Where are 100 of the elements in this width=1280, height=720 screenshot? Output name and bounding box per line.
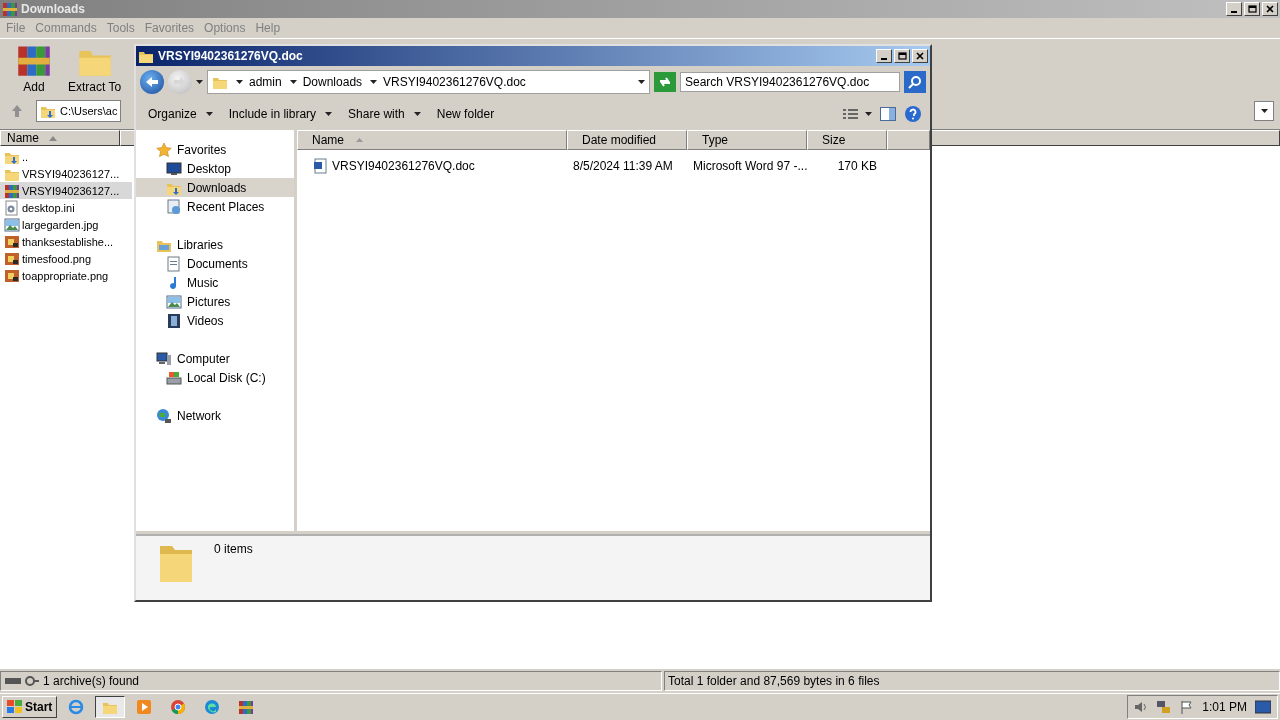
toolbar-button[interactable]: Extract To [62, 40, 128, 96]
nav-item[interactable]: Favorites [136, 140, 294, 159]
preview-pane-button[interactable] [878, 105, 898, 123]
nav-item[interactable]: Computer [136, 349, 294, 368]
nav-item[interactable]: Desktop [136, 159, 294, 178]
browser-icon [68, 699, 85, 715]
details-view-icon [843, 108, 859, 120]
minimize-button[interactable] [1226, 2, 1242, 16]
maximize-button[interactable] [1244, 2, 1260, 16]
breadcrumb-item[interactable]: admin [236, 75, 282, 89]
preview-pane-icon [880, 107, 896, 121]
image-file-icon [4, 216, 20, 233]
search-field[interactable]: Search VRSYI9402361276VQ.doc [680, 72, 900, 92]
archive-entry[interactable]: VRSYI940236127... [0, 165, 132, 182]
caret-icon [865, 112, 872, 116]
breadcrumb-item[interactable]: Downloads [289, 75, 363, 89]
image-file-icon [4, 250, 20, 267]
archive-entry[interactable]: largegarden.jpg [0, 216, 132, 233]
close-button[interactable] [1262, 2, 1278, 16]
nav-item[interactable]: Downloads [136, 178, 294, 197]
caret-icon [325, 112, 333, 116]
network-icon [1156, 700, 1173, 714]
play-icon [136, 699, 153, 715]
table-cell-text: 8/5/2024 11:39 AM [572, 159, 674, 173]
path-field[interactable]: C:\Users\ac [36, 100, 122, 122]
word-document-icon [313, 158, 329, 174]
start-button[interactable]: Start [2, 696, 58, 718]
minimize-button[interactable] [876, 49, 892, 63]
item-count: 0 items [214, 542, 253, 556]
view-button[interactable] [841, 106, 874, 122]
archive-entry[interactable]: VRSYI940236127... [0, 182, 132, 199]
maximize-button[interactable] [894, 49, 910, 63]
help-icon[interactable] [902, 103, 924, 125]
image-icon [166, 293, 182, 310]
window-title: Downloads [21, 2, 86, 16]
caret-icon [1260, 109, 1268, 113]
column-header[interactable]: Date modified [567, 130, 687, 150]
nav-item[interactable]: Network [136, 406, 294, 425]
nav-item[interactable]: Documents [136, 254, 294, 273]
status-text: Total 1 folder and 87,569 bytes in 6 files [668, 674, 880, 688]
back-button[interactable] [140, 70, 164, 94]
caret-icon [196, 80, 203, 84]
nav-item[interactable]: Recent Places [136, 197, 294, 216]
caret-icon [289, 80, 297, 84]
column-header[interactable]: Name [0, 130, 120, 146]
address-bar[interactable]: admin Downloads VRSYI9402361276VQ.doc [207, 70, 650, 94]
recent-places-icon [166, 198, 182, 215]
caret-icon [413, 112, 421, 116]
maximize-icon [1247, 5, 1257, 13]
file-name-cell[interactable]: VRSYI9402361276VQ.doc [297, 158, 567, 174]
browser-icon [204, 699, 221, 715]
close-button[interactable] [912, 49, 928, 63]
command-button[interactable]: Include in library [222, 104, 339, 124]
command-button[interactable]: Organize [142, 104, 219, 124]
toolbar-button[interactable]: Add [10, 40, 58, 96]
archive-entry[interactable]: .. [0, 148, 132, 165]
column-header[interactable]: Type [687, 130, 807, 150]
taskbar-app[interactable] [95, 696, 126, 718]
archive-entry[interactable]: thanksestablishe... [0, 233, 132, 250]
image-file-icon [4, 267, 20, 284]
nav-item[interactable]: Music [136, 273, 294, 292]
refresh-button[interactable] [654, 72, 676, 92]
command-button[interactable]: Share with [342, 104, 427, 124]
command-button[interactable]: New folder [430, 104, 501, 124]
sort-icon [49, 135, 57, 141]
column-header[interactable]: Size [807, 130, 887, 150]
clock: 1:01 PM [1202, 700, 1247, 714]
back-arrow-icon [145, 76, 159, 88]
nav-item[interactable]: Libraries [136, 235, 294, 254]
table-cell-text: Microsoft Word 97 -... [692, 159, 807, 173]
flag-icon [1180, 700, 1195, 714]
drive-icon [166, 369, 182, 386]
table-cell-text: 170 KB [836, 159, 878, 173]
column-header[interactable]: Name [297, 130, 567, 150]
close-icon [1266, 5, 1274, 13]
breadcrumb-item[interactable]: VRSYI9402361276VQ.doc [370, 75, 526, 89]
computer-icon [156, 350, 172, 367]
archive-entry[interactable]: toappropriate.png [0, 267, 132, 284]
caret-icon [236, 80, 243, 84]
archive-icon [2, 1, 18, 17]
search-button[interactable] [904, 71, 926, 93]
show-desktop-icon [1255, 700, 1271, 714]
globe-icon [156, 407, 172, 424]
close-icon [916, 52, 924, 60]
browser-icon [170, 699, 187, 715]
search-icon [908, 75, 922, 89]
windows-logo [7, 700, 23, 714]
archive-entry[interactable]: timesfood.png [0, 250, 132, 267]
refresh-icon [658, 76, 672, 88]
archive-icon [4, 182, 20, 199]
caret-icon [205, 112, 213, 116]
caret-icon [638, 80, 645, 84]
gear-file-icon [4, 199, 20, 216]
nav-item[interactable]: Videos [136, 311, 294, 330]
dropdown-button[interactable] [1254, 101, 1274, 121]
monitor-icon [166, 160, 182, 177]
nav-item[interactable]: Pictures [136, 292, 294, 311]
archive-entry[interactable]: desktop.ini [0, 199, 132, 216]
up-arrow-icon [11, 104, 23, 118]
nav-item[interactable]: Local Disk (C:) [136, 368, 294, 387]
